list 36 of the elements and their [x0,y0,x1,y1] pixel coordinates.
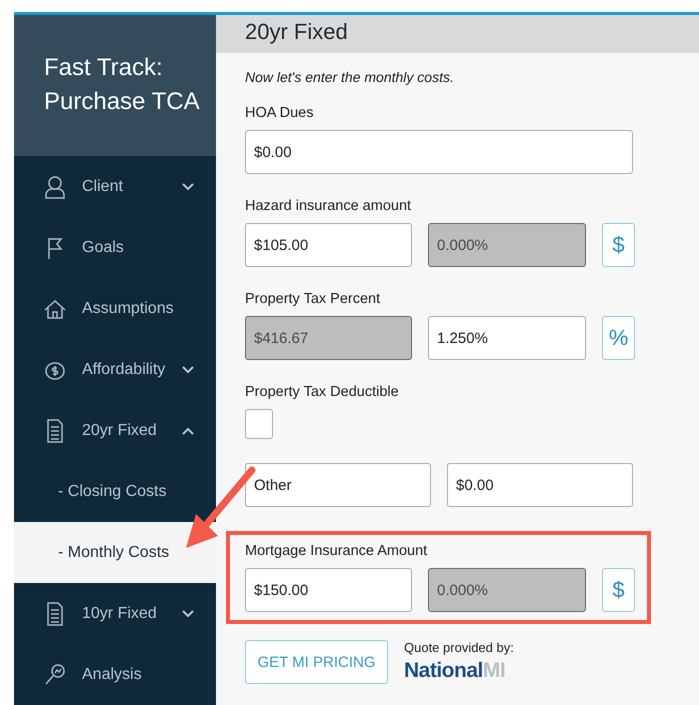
checkbox[interactable] [245,409,273,439]
nav-item[interactable]: 20yr Fixed [14,400,216,461]
person-icon [44,174,66,198]
input-field[interactable]: $0.00 [245,130,633,174]
unit-toggle-button[interactable]: $ [602,568,635,612]
field-label: Property Tax Percent [245,291,382,307]
nav-item[interactable]: Goals [14,217,216,278]
field-label: HOA Dues [245,105,314,121]
input-field[interactable]: $150.00 [245,568,412,612]
field-label: Hazard insurance amount [245,198,412,214]
input-field[interactable]: 1.250% [428,316,586,360]
nav-subitem[interactable]: - Closing Costs [14,461,216,522]
nav-item[interactable]: Analysis [14,644,216,705]
field-label: Property Tax Deductible [245,384,400,400]
unit-toggle-button[interactable]: $ [602,223,635,267]
app-title: Purchase TCA [44,87,201,117]
chevron-up-icon[interactable] [182,426,194,434]
nav-item[interactable]: Affordability [14,339,216,400]
chevron-down-icon[interactable] [182,366,194,374]
field-label: Mortgage Insurance Amount [245,543,428,559]
intro-text: Now let's enter the monthly costs. [245,69,455,85]
page-title: 20yr Fixed [216,15,699,53]
unit-toggle-button[interactable]: % [602,316,635,360]
nav-item[interactable]: 10yr Fixed [14,583,216,644]
input-field[interactable]: Other [245,463,431,507]
app-title: Fast Track: [44,53,164,83]
input-field[interactable]: $0.00 [447,463,633,507]
nav-item[interactable]: Assumptions [14,278,216,339]
nav-item[interactable]: Client [14,156,216,217]
input-field[interactable]: $105.00 [245,223,412,267]
nav-subitem[interactable]: - Monthly Costs [14,522,216,583]
magnifier-chart-icon [44,662,66,686]
chevron-down-icon[interactable] [182,610,194,618]
quote-label: Quote provided by: [404,640,514,655]
chevron-down-icon[interactable] [182,182,194,190]
provider-logo: NationalMI [404,659,506,683]
